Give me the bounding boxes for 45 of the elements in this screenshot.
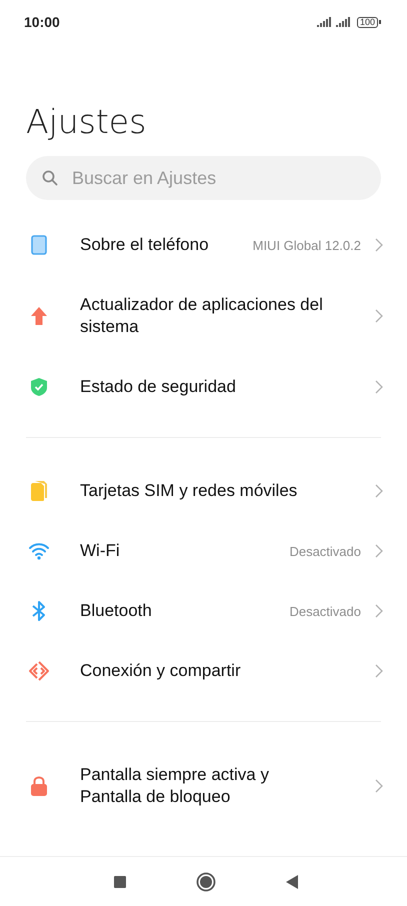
setting-label: Sobre el teléfono xyxy=(80,234,209,256)
chevron-right-icon xyxy=(375,309,383,323)
search-field[interactable]: Buscar en Ajustes xyxy=(26,156,381,200)
lock-icon xyxy=(30,775,48,797)
phone-icon xyxy=(31,235,47,255)
back-icon[interactable] xyxy=(286,874,298,888)
settings-row[interactable]: Wi-Fi Desactivado xyxy=(0,521,407,581)
recents-icon[interactable] xyxy=(114,876,126,888)
battery-level: 100 xyxy=(356,16,378,28)
chevron-right-icon xyxy=(375,779,383,793)
chevron-right-icon xyxy=(375,604,383,618)
clock-time: 10:00 xyxy=(24,14,61,30)
settings-row[interactable]: Tarjetas SIM y redes móviles xyxy=(0,461,407,521)
setting-value: MIUI Global 12.0.2 xyxy=(252,238,361,252)
up-arrow-icon xyxy=(30,306,48,326)
diamond-arrows-icon xyxy=(28,660,50,682)
sim-cards-icon xyxy=(30,480,48,502)
settings-row[interactable]: Estado de seguridad xyxy=(0,357,407,417)
setting-label: Wi-Fi xyxy=(80,540,120,562)
settings-row[interactable]: Actualizador de aplicaciones del sistema xyxy=(0,275,407,357)
chevron-right-icon xyxy=(375,544,383,558)
settings-row[interactable]: Sobre el teléfono MIUI Global 12.0.2 xyxy=(0,215,407,275)
page-title: Ajustes xyxy=(26,102,148,142)
setting-label: Actualizador de aplicaciones del sistema xyxy=(80,294,324,338)
signal-icon xyxy=(336,17,351,27)
chevron-right-icon xyxy=(375,664,383,678)
settings-row[interactable]: Conexión y compartir xyxy=(0,641,407,701)
chevron-right-icon xyxy=(375,380,383,394)
chevron-right-icon xyxy=(375,238,383,252)
setting-label: Pantalla siempre activa y Pantalla de bloqueo xyxy=(80,764,270,808)
settings-row[interactable]: Bluetooth Desactivado xyxy=(0,581,407,641)
setting-label: Bluetooth xyxy=(80,600,152,622)
setting-label: Conexión y compartir xyxy=(80,660,241,682)
chevron-right-icon xyxy=(375,484,383,498)
home-icon[interactable] xyxy=(196,872,216,892)
signal-icon xyxy=(316,17,332,27)
setting-value: Desactivado xyxy=(289,604,361,618)
settings-row[interactable]: Pantalla siempre activa y Pantalla de bloqueo xyxy=(0,745,407,827)
setting-label: Tarjetas SIM y redes móviles xyxy=(80,480,298,502)
setting-label: Estado de seguridad xyxy=(80,376,236,398)
bluetooth-icon xyxy=(31,600,47,622)
search-icon xyxy=(42,170,58,186)
wifi-icon xyxy=(28,542,50,560)
shield-check-icon xyxy=(30,377,48,397)
setting-value: Desactivado xyxy=(289,544,361,558)
